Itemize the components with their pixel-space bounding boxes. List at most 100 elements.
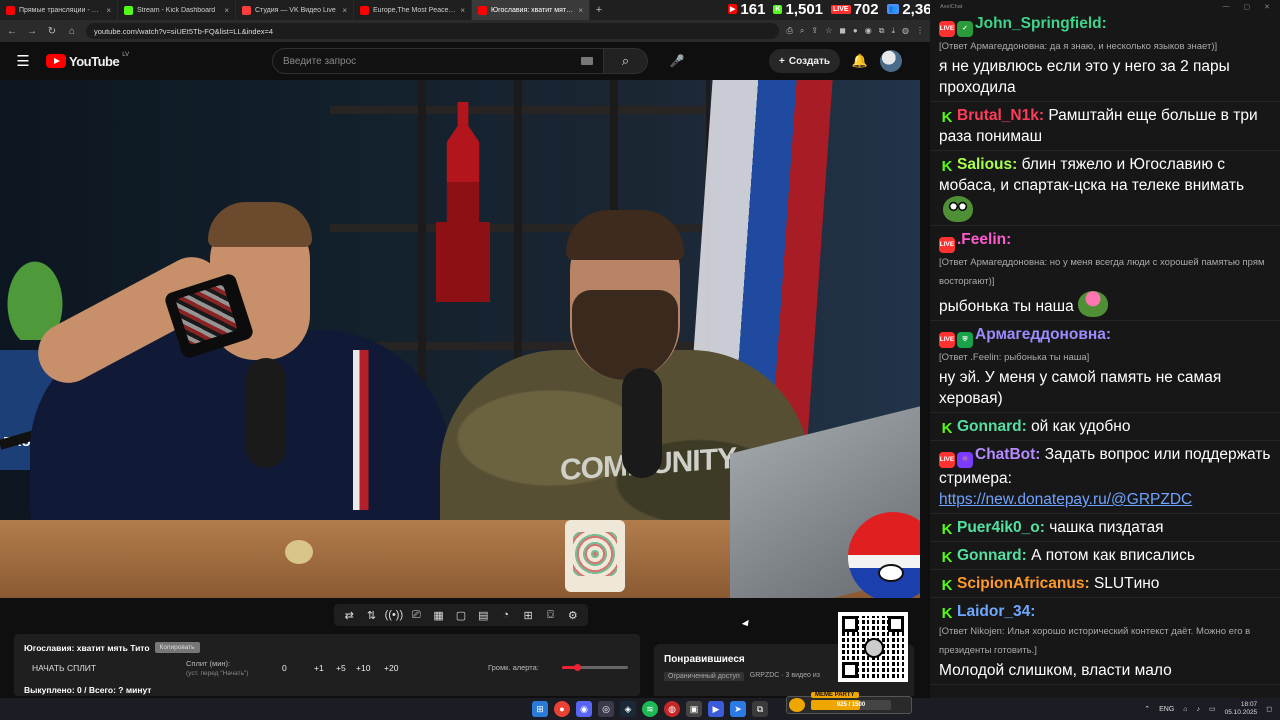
vk-badge-icon: LIVE	[831, 4, 851, 14]
split-value-0[interactable]: 0	[282, 663, 287, 673]
meme-progress-bar: 925 / 1500	[811, 700, 891, 710]
chat-username[interactable]: Brutal_N1k:	[957, 107, 1044, 124]
browser-tab[interactable]: Stream - Kick Dashboard ×	[118, 0, 236, 20]
split-add-1-button[interactable]: +1	[314, 663, 324, 673]
split-add-5-button[interactable]: +5	[336, 663, 346, 673]
search-button[interactable]: ⌕	[604, 48, 648, 74]
chat-reply-quote: [Ответ Армагеддоновна: да я знаю, и неск…	[939, 41, 1218, 52]
share-icon[interactable]: ⇪	[811, 26, 818, 36]
split-add-10-button[interactable]: +10	[356, 663, 370, 673]
new-tab-icon[interactable]: +	[590, 4, 608, 16]
search-placeholder: Введите запрос	[283, 55, 357, 67]
chat-username[interactable]: Gonnard:	[957, 547, 1027, 564]
loop-icon[interactable]: ⇄	[339, 609, 359, 622]
audio-wave-icon[interactable]: ((•))	[384, 609, 404, 621]
telegram-icon[interactable]: ➤	[730, 701, 746, 717]
profile-icon[interactable]: ◍	[902, 26, 909, 36]
donation-qr-code	[838, 612, 908, 682]
home-icon[interactable]: ⌂	[66, 26, 78, 37]
filmstrip-icon[interactable]: ▤	[473, 609, 493, 622]
app-icon[interactable]: ⧉	[752, 701, 768, 717]
steam-icon[interactable]: ◈	[620, 701, 636, 717]
alert-volume-slider[interactable]	[562, 664, 628, 671]
chat-username[interactable]: Puer4ik0_o:	[957, 519, 1045, 536]
qr-corner	[888, 616, 904, 632]
chrome-icon[interactable]: ●	[554, 701, 570, 717]
download-icon[interactable]: ⤓	[891, 26, 895, 36]
discord-icon[interactable]: ◉	[576, 701, 592, 717]
browser-tab[interactable]: Студия — VK Видео Live ×	[236, 0, 354, 20]
zoom-icon[interactable]: ⌕	[800, 26, 804, 36]
extension-icon[interactable]: ●	[853, 26, 858, 36]
browser-tab[interactable]: Прямые трансляции - YouTube×	[0, 0, 118, 20]
address-bar: ← → ↻ ⌂ youtube.com/watch?v=siUEt5Tb-FQ&…	[0, 20, 930, 42]
language-indicator[interactable]: ENG	[1159, 706, 1174, 713]
notifications-icon[interactable]: ◻	[1266, 705, 1272, 713]
split-add-20-button[interactable]: +20	[384, 663, 398, 673]
tray-chevron-icon[interactable]: ⌃	[1144, 705, 1150, 713]
chat-message: K Salious: блин тяжело и Югославию с моба…	[930, 151, 1280, 226]
film-icon[interactable]: ▦	[429, 609, 449, 622]
tab-close-icon[interactable]: ×	[578, 6, 583, 15]
donation-link[interactable]: https://new.donatepay.ru/@GRPZDC	[939, 491, 1192, 508]
app-icon[interactable]: ◍	[664, 701, 680, 717]
tab-close-icon[interactable]: ×	[342, 6, 347, 15]
chat-username[interactable]: Армагеддоновна:	[975, 326, 1111, 343]
keyboard-icon[interactable]	[581, 57, 593, 65]
screenshot-icon[interactable]: ⌼	[540, 609, 560, 622]
video-player[interactable]: TRUMP COMMUNITY	[0, 80, 920, 598]
puzzle-icon[interactable]: ⧉	[879, 26, 885, 36]
settings-gear-icon[interactable]: ⚙	[563, 609, 583, 622]
volume-icon[interactable]: ♪	[1197, 706, 1201, 713]
url-field[interactable]: youtube.com/watch?v=siUEt5Tb-FQ&list=LL&…	[86, 23, 779, 39]
menu-dots-icon[interactable]: ⋮	[916, 26, 924, 36]
start-split-button[interactable]: НАЧАТЬ СПЛИТ	[32, 663, 96, 673]
install-icon[interactable]: ⎙	[787, 26, 793, 36]
copy-button[interactable]: Копировать	[154, 642, 200, 653]
back-icon[interactable]: ←	[6, 26, 18, 37]
chat-username[interactable]: Gonnard:	[957, 418, 1027, 435]
browser-tab[interactable]: Europe,The Most Peaceful Cont ×	[354, 0, 472, 20]
search-input[interactable]: Введите запрос	[272, 48, 604, 74]
hamburger-menu-icon[interactable]: ☰	[0, 52, 46, 70]
frame-icon[interactable]: ▢	[451, 609, 471, 622]
chat-username[interactable]: ChatBot:	[975, 446, 1040, 463]
chat-username[interactable]: Laidor_34:	[957, 603, 1035, 620]
app-icon[interactable]: ▶	[708, 701, 724, 717]
camera-icon[interactable]: ⎚	[406, 609, 426, 622]
chat-username[interactable]: .Feelin:	[957, 231, 1011, 248]
obs-icon[interactable]: ◎	[598, 701, 614, 717]
chat-message: LIVE ✓ John_Springfield: [Ответ Армагеддоно…	[930, 10, 1280, 102]
clock[interactable]: 18:07 05.10.2025	[1225, 701, 1258, 717]
forward-icon[interactable]: →	[26, 26, 38, 37]
youtube-play-icon	[46, 54, 66, 68]
chat-username[interactable]: Salious:	[957, 156, 1017, 173]
chat-username[interactable]: John_Springfield:	[975, 15, 1107, 32]
speed-icon[interactable]: ◔	[496, 609, 516, 621]
spotify-icon[interactable]: ≋	[642, 701, 658, 717]
app-icon[interactable]: ▣	[686, 701, 702, 717]
bookmark-star-icon[interactable]: ☆	[825, 26, 832, 36]
notifications-bell-icon[interactable]: 🔔	[840, 53, 880, 69]
browser-tab[interactable]: Югославия: хватит мять Т ×	[472, 0, 590, 20]
network-icon[interactable]: ⌂	[1183, 706, 1187, 713]
chat-message: LIVE .Feelin: [Ответ Армагеддоновна: но у …	[930, 226, 1280, 321]
extension-icon[interactable]: ◼	[839, 26, 846, 36]
tab-close-icon[interactable]: ×	[460, 6, 465, 15]
sort-icon[interactable]: ⇅	[362, 609, 382, 622]
chat-username[interactable]: ScipionAfricanus:	[957, 575, 1090, 592]
battery-icon[interactable]: ▭	[1209, 705, 1216, 713]
youtube-badge-icon: ▶	[728, 4, 738, 14]
add-frame-icon[interactable]: ⊞	[518, 609, 538, 622]
alert-volume-knob[interactable]	[573, 664, 581, 671]
windows-start-icon[interactable]: ⊞	[532, 701, 548, 717]
reload-icon[interactable]: ↻	[46, 26, 58, 37]
tab-close-icon[interactable]: ×	[106, 6, 111, 15]
tab-close-icon[interactable]: ×	[224, 6, 229, 15]
create-button[interactable]: + Создать	[769, 49, 840, 73]
extension-icon[interactable]: ◉	[865, 26, 872, 36]
playlist-owner: GRPZDC · 3 видео из	[749, 672, 820, 679]
voice-search-icon[interactable]: 🎤	[664, 48, 690, 74]
avatar[interactable]	[880, 50, 902, 72]
youtube-logo[interactable]: YouTube LV	[46, 52, 266, 69]
